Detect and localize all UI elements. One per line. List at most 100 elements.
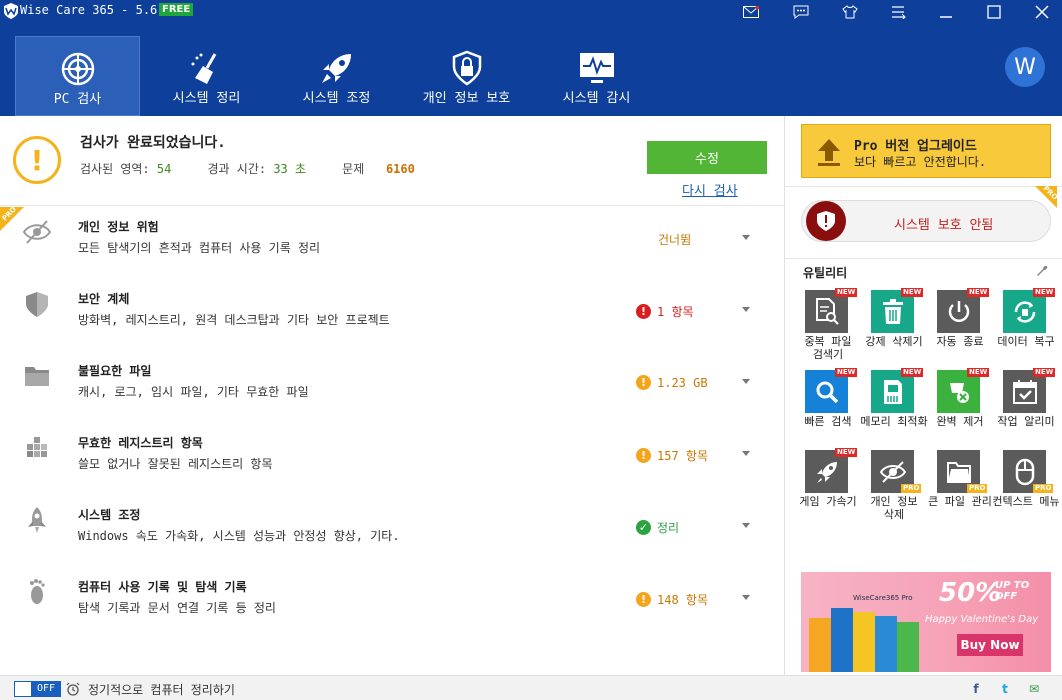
tab-label: 시스템 조정 [302,91,371,106]
item-desc: 캐시, 로그, 임시 파일, 기타 무효한 파일 [78,385,309,399]
status-text: 148 항목 [657,593,708,607]
scanned-label: 검사된 영역: [80,162,150,176]
tab-system-tuneup[interactable]: 시스템 조정 [274,36,399,116]
tab-system-cleanup[interactable]: 시스템 정리 [144,36,269,116]
chevron-down-icon[interactable] [742,595,750,600]
minimize-icon[interactable] [936,2,956,22]
warning-dot-icon: ! [636,375,651,390]
bottom-bar: OFF 정기적으로 컴퓨터 정리하기 f t ✉ [0,675,1062,700]
status-badge: ✓ 정리 [636,519,679,536]
wrench-icon[interactable] [1035,264,1049,278]
util-memory-optimize[interactable]: NEW 메모리 최적화 [860,368,928,450]
scanned-value: 54 [156,162,172,176]
item-desc: 탐색 기록과 문서 연결 기록 등 정리 [78,601,276,615]
divider [785,258,1062,259]
util-label: 강제 삭제기 [865,335,923,348]
util-quick-search[interactable]: NEW 빠른 검색 [797,368,859,450]
product-box [853,612,875,672]
scan-summary: ! 검사가 완료되었습니다. 검사된 영역: 54 경과 시간: 33 초 문제… [0,116,784,206]
email-icon[interactable]: ✉ [1026,681,1042,697]
registry-blocks-icon [27,437,47,457]
protect-label: 시스템 보호 안됨 [894,218,994,233]
pro-badge: PRO [901,484,922,493]
product-box [897,622,919,672]
status-badge: ! 1 항목 [636,303,694,320]
rescan-link[interactable]: 다시 검사 [682,180,738,199]
util-auto-shutdown[interactable]: NEW 자동 종료 [929,288,991,370]
util-uninstaller[interactable]: NEW 완벽 제거 [929,368,991,450]
feedback-icon[interactable] [791,2,811,22]
app-window: Wise Care 365 - 5.6.3 FREE PC 검사 시스템 정리 … [0,0,1062,700]
list-item[interactable]: 컴퓨터 사용 기록 및 탐색 기록 탐색 기록과 문서 연결 기록 등 정리 !… [0,567,784,639]
ad-discount: 50% [939,578,1002,608]
util-label: 완벽 제거 [936,415,984,428]
status-badge: ! 157 항목 [636,447,708,464]
util-task-reminder[interactable]: NEW 작업 알리미 [995,368,1057,450]
promo-banner[interactable]: WiseCare365 Pro 50% UP TO OFF Happy Vale… [801,572,1051,672]
util-force-delete[interactable]: NEW 강제 삭제기 [863,288,925,370]
item-name: 보안 계체 [78,292,130,306]
status-text: 1.23 GB [657,375,708,390]
upgrade-arrow-icon [818,139,840,166]
upgrade-pro-button[interactable]: Pro 버전 업그레이드 보다 빠르고 안전합니다. [801,124,1051,178]
util-context-menu[interactable]: PRO 컨텍스트 메뉴 [992,450,1060,530]
close-icon[interactable] [1032,2,1052,22]
item-name: 컴퓨터 사용 기록 및 탐색 기록 [78,580,247,594]
facebook-icon[interactable]: f [968,681,984,697]
chevron-down-icon[interactable] [742,235,750,240]
chevron-down-icon[interactable] [742,451,750,456]
util-game-booster[interactable]: NEW 게임 가속기 [797,448,859,530]
util-label: 중복 파일 검색기 [804,335,852,361]
skin-icon[interactable] [840,2,860,22]
util-data-recovery[interactable]: NEW 데이터 복구 [995,288,1057,370]
radar-icon [61,52,94,86]
item-desc: 방화벽, 레지스트리, 원격 데스크탑과 기타 보안 프로젝트 [78,313,390,327]
list-item[interactable]: 보안 계체 방화벽, 레지스트리, 원격 데스크탑과 기타 보안 프로젝트 ! … [0,279,784,351]
fix-button[interactable]: 수정 [647,141,767,174]
tab-pc-check[interactable]: PC 검사 [15,36,140,116]
footprint-icon [30,579,45,604]
system-protect-toggle[interactable]: 시스템 보호 안됨 [801,200,1051,242]
mail-icon[interactable] [741,2,761,22]
tab-label: 개인 정보 보호 [422,91,511,106]
util-privacy-eraser[interactable]: PRO 개인 정보 삭제 [863,450,925,530]
pro-badge: PRO [967,484,988,493]
ad-off-label: OFF [995,591,1018,602]
chevron-down-icon[interactable] [742,307,750,312]
scan-stats: 검사된 영역: 54 경과 시간: 33 초 문제 6160 [80,160,415,177]
top-bar: Wise Care 365 - 5.6.3 FREE PC 검사 시스템 정리 … [0,0,1062,116]
eye-slash-icon [22,220,52,244]
new-badge: NEW [1033,368,1056,377]
check-icon: ✓ [636,520,651,535]
tab-label: 시스템 감시 [562,91,631,106]
util-duplicate-finder[interactable]: NEW 중복 파일 검색기 [797,288,859,370]
tab-privacy[interactable]: 개인 정보 보호 [404,36,529,116]
buy-now-button[interactable]: Buy Now [957,634,1023,656]
chevron-down-icon[interactable] [742,379,750,384]
shield-alert-icon [806,201,846,241]
maximize-icon[interactable] [984,2,1004,22]
tab-system-monitor[interactable]: 시스템 감시 [534,36,659,116]
status-badge: ! 1.23 GB [636,375,708,390]
schedule-toggle[interactable]: OFF [14,681,61,697]
util-label: 데이터 복구 [997,335,1055,348]
list-item[interactable]: 불필요한 파일 캐시, 로그, 임시 파일, 기타 무효한 파일 ! 1.23 … [0,351,784,423]
new-badge: NEW [1033,288,1056,297]
twitter-icon[interactable]: t [997,681,1013,697]
chevron-down-icon[interactable] [742,523,750,528]
divider [785,186,1062,187]
util-label: 게임 가속기 [799,495,857,508]
list-item[interactable]: 시스템 조정 Windows 속도 가속화, 시스템 성능과 안정성 향상, 기… [0,495,784,567]
avatar[interactable]: W [1005,47,1045,87]
alarm-clock-icon [66,682,80,696]
menu-icon[interactable] [888,2,908,22]
lock-icon [452,50,481,86]
shield-icon [26,292,48,317]
ad-product-title: WiseCare365 Pro [853,594,913,602]
list-item[interactable]: 무효한 레지스트리 항목 쓸모 없거나 잘못된 레지스트리 항목 ! 157 항… [0,423,784,495]
item-name: 시스템 조정 [78,508,141,522]
item-name: 불필요한 파일 [78,364,152,378]
warning-dot-icon: ! [636,592,651,607]
util-large-file-manager[interactable]: PRO 큰 파일 관리 [928,450,992,530]
list-item[interactable]: PRO 개인 정보 위험 모든 탐색기의 흔적과 컴퓨터 사용 기록 정리 건너… [0,205,784,279]
